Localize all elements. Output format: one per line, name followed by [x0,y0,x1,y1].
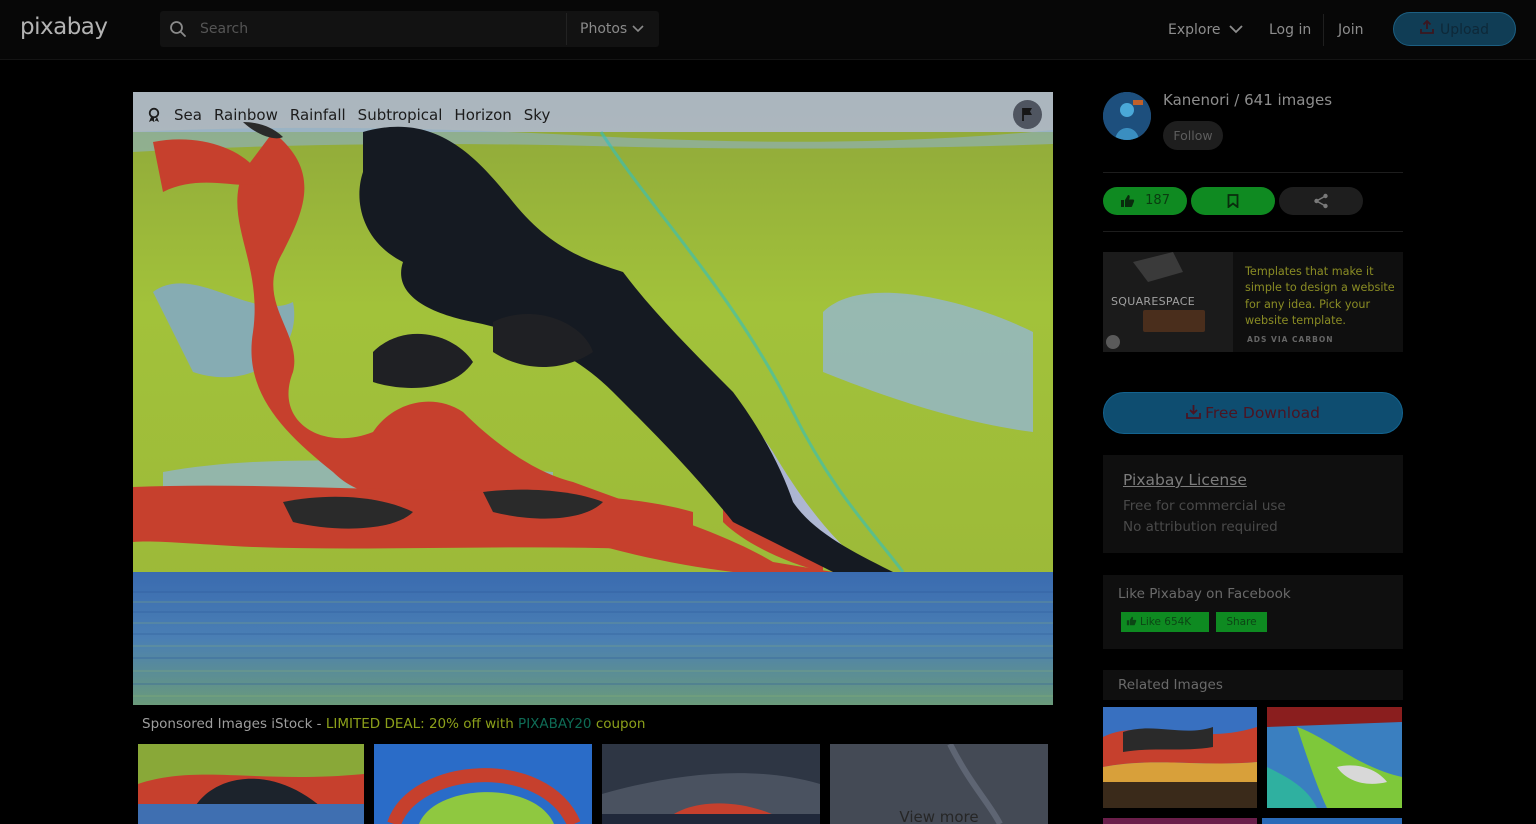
bookmark-icon [1227,193,1239,209]
view-more-thumb[interactable]: View more [830,744,1048,824]
related-images-title: Related Images [1118,677,1223,693]
avatar[interactable] [1103,92,1151,140]
thumb-image [374,744,592,824]
ad-text: Templates that make it simple to design … [1245,265,1395,327]
photo-tags: Sea Rainbow Rainfall Subtropical Horizon… [146,104,550,126]
related-image[interactable] [1103,818,1257,824]
license-line-commercial: Free for commercial use [1123,498,1286,514]
report-flag-button[interactable] [1013,100,1042,129]
thumb-image [602,744,820,824]
tag-link[interactable]: Rainbow [214,106,278,124]
related-image[interactable] [1267,707,1402,808]
tag-link[interactable]: Sea [174,106,202,124]
thumbs-up-icon [1121,194,1135,207]
upload-label: Upload [1439,22,1490,38]
related-image-photo [1103,707,1257,808]
nav-join[interactable]: Join [1338,0,1363,60]
sponsored-thumb[interactable] [138,744,364,824]
related-image[interactable] [1103,707,1257,808]
follow-button[interactable]: Follow [1163,121,1223,150]
thumb-image [138,744,364,824]
free-download-button[interactable]: Free Download [1103,392,1403,434]
view-more-link[interactable]: View more [830,808,1048,824]
upload-button[interactable]: Upload [1393,12,1516,46]
related-images-header: Related Images [1103,670,1403,700]
tag-link[interactable]: Rainfall [290,106,346,124]
sponsored-prefix: Sponsored Images iStock - [142,716,326,732]
license-line-attribution: No attribution required [1123,519,1278,535]
sponsored-line: Sponsored Images iStock - LIMITED DEAL: … [142,716,645,732]
nav-separator [1323,14,1324,46]
upload-icon [1420,20,1434,34]
photo-sea-rainbow [133,92,1053,705]
thumbs-up-icon [1126,616,1137,626]
nav-explore-label: Explore [1168,22,1221,38]
download-icon [1186,405,1201,419]
related-image[interactable] [1262,818,1402,824]
license-box: Pixabay License Free for commercial use … [1103,455,1403,553]
nav-explore[interactable]: Explore [1168,0,1243,60]
top-header: pixabay Photos Explore Log in Join Uploa… [0,0,1536,60]
sidebar-divider [1103,231,1403,232]
license-title-link[interactable]: Pixabay License [1123,471,1383,489]
share-icon [1314,193,1328,208]
sponsored-suffix[interactable]: coupon [592,716,646,732]
tag-link[interactable]: Horizon [454,106,511,124]
bookmark-button[interactable] [1191,187,1275,215]
search-icon [170,21,186,37]
facebook-like-button[interactable]: Like 654K [1121,612,1209,632]
facebook-title: Like Pixabay on Facebook [1118,586,1291,602]
tag-icon [148,107,160,122]
carbon-ad[interactable]: SQUARESPACE Templates that make it simpl… [1103,252,1403,352]
chevron-down-icon [632,25,644,33]
ad-brand: SQUARESPACE [1111,295,1195,308]
sponsored-thumb[interactable] [602,744,820,824]
search-type-label: Photos [580,21,628,37]
main-photo[interactable] [133,92,1053,705]
chevron-down-icon [1229,25,1243,34]
flag-icon [1022,108,1032,121]
tag-link[interactable]: Subtropical [358,106,443,124]
search-bar: Photos [160,11,720,47]
coupon-code[interactable]: PIXABAY20 [518,716,591,732]
share-button[interactable] [1279,187,1363,215]
like-button[interactable]: 187 [1103,187,1187,215]
facebook-share-button[interactable]: Share [1216,612,1267,632]
free-download-label: Free Download [1205,404,1320,422]
ad-via-label[interactable]: ADS VIA CARBON [1247,335,1334,344]
user-name-line[interactable]: Kanenori / 641 images [1163,91,1332,109]
sidebar-divider [1103,172,1403,173]
facebook-like-label: Like 654K [1140,616,1192,628]
facebook-box: Like Pixabay on Facebook Like 654K Share [1103,575,1403,649]
search-divider [566,13,567,45]
sponsored-deal[interactable]: LIMITED DEAL: 20% off with [326,716,518,732]
like-count: 187 [1145,193,1170,208]
ad-image: SQUARESPACE [1103,252,1233,352]
tag-link[interactable]: Sky [524,106,551,124]
avatar-image [1103,92,1151,140]
sponsored-thumb[interactable] [374,744,592,824]
related-image-photo [1267,707,1402,808]
pixabay-logo[interactable]: pixabay [20,14,108,40]
nav-login[interactable]: Log in [1269,0,1311,60]
search-type-dropdown[interactable]: Photos [568,11,659,47]
